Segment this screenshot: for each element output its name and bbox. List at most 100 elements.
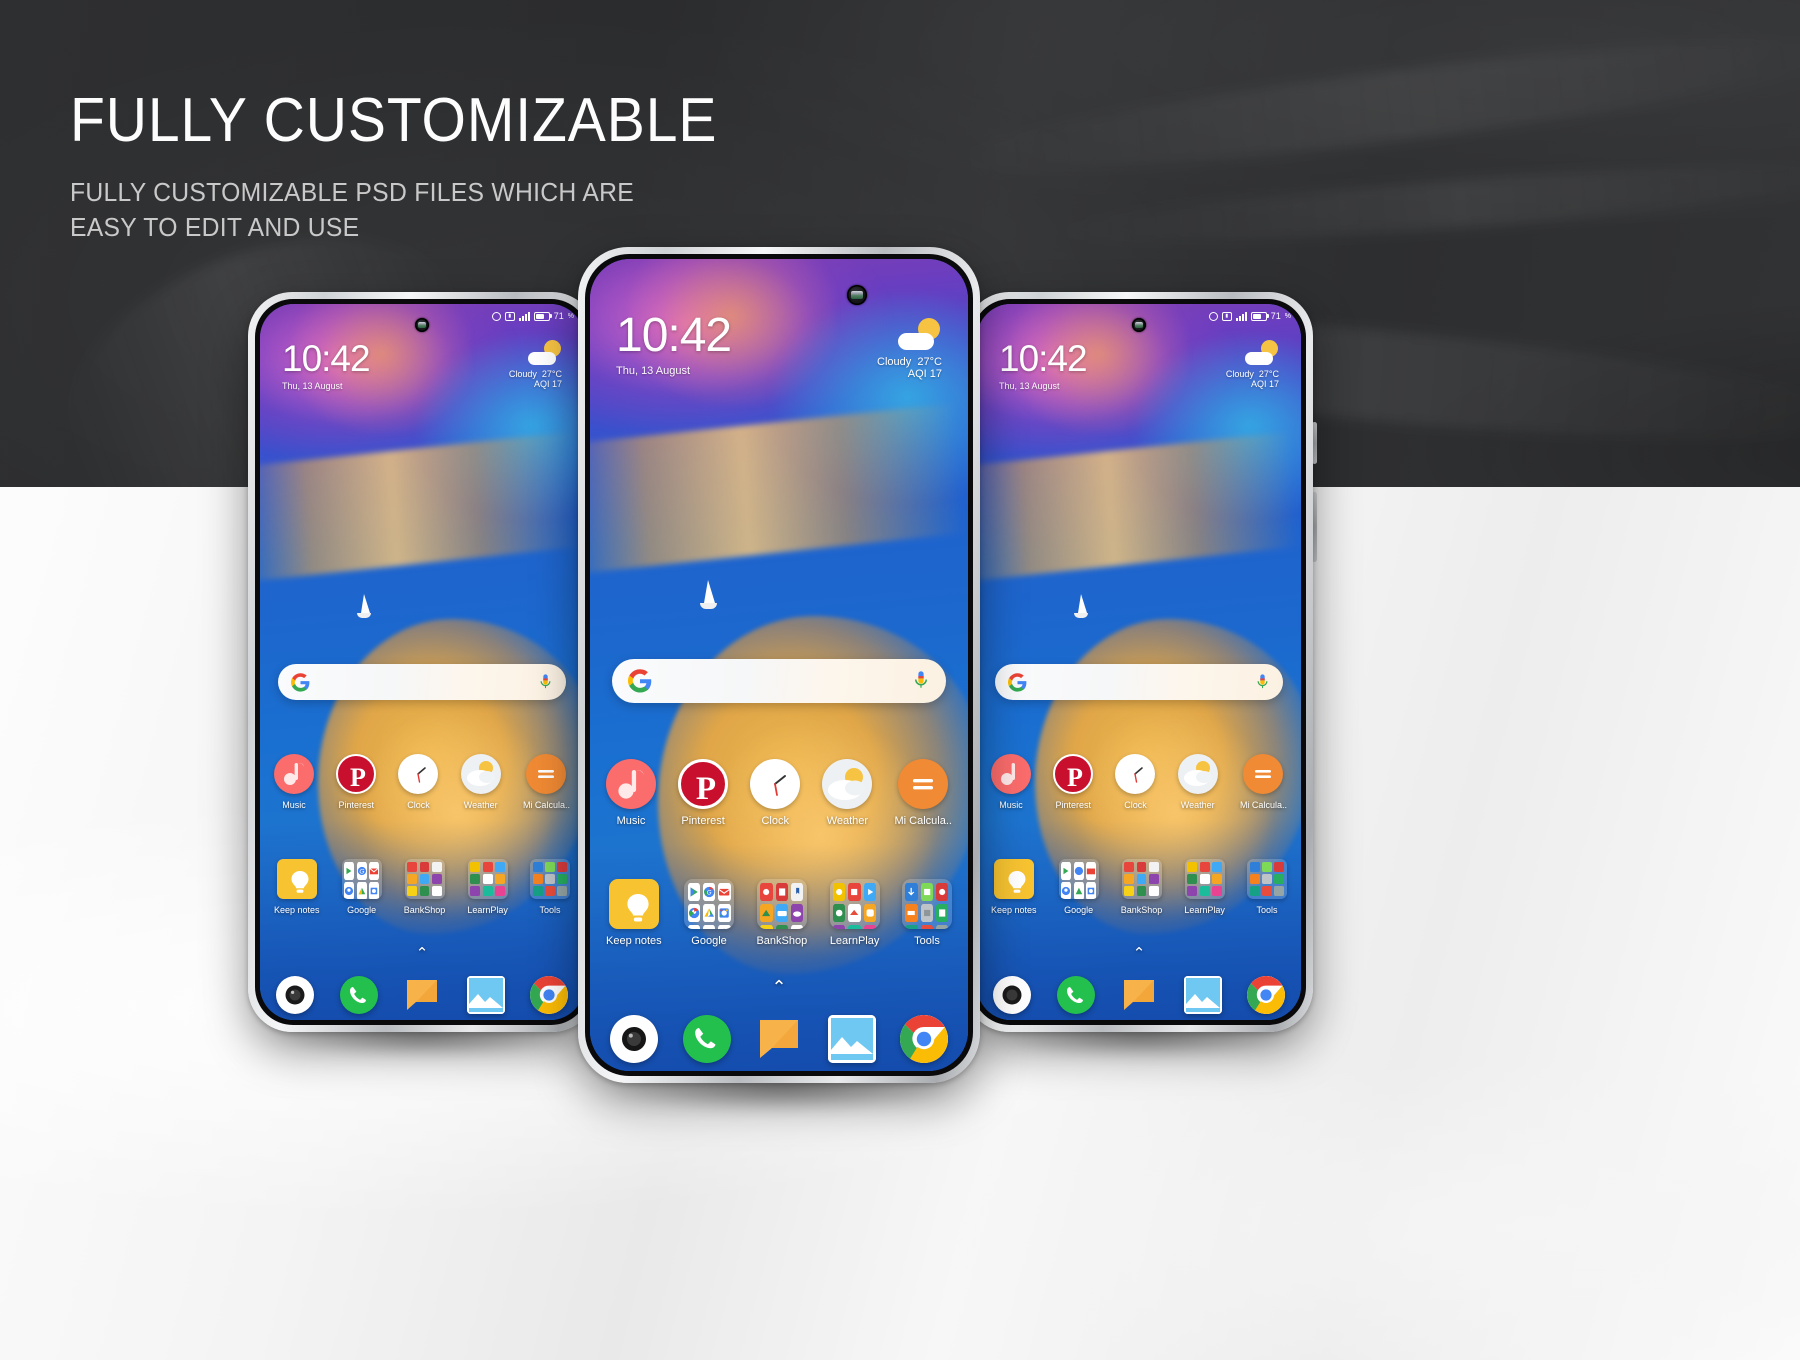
dock-chrome-icon[interactable] xyxy=(900,1015,948,1063)
clock-weather-row: 10:42 Thu, 13 August Cloudy 27°C AQI 17 xyxy=(977,340,1301,391)
app-pinterest[interactable]: P Pinterest xyxy=(336,754,377,810)
folder-label: BankShop xyxy=(756,935,808,947)
phone-mockup-right: ▮ 71 % 10:42 Thu, 13 August Cloudy 27°C … xyxy=(965,292,1317,1058)
app-row-1: Music P Pinterest Clock Weather Mi Calcu… xyxy=(991,754,1287,810)
app-music[interactable]: Music xyxy=(274,754,314,810)
clock-widget[interactable]: 10:42 Thu, 13 August xyxy=(282,338,371,391)
folder-keep-notes[interactable]: Keep notes xyxy=(991,859,1037,915)
app-pinterest[interactable]: P Pinterest xyxy=(1053,754,1094,810)
folder-bankshop[interactable]: BankShop xyxy=(756,879,807,947)
app-label: Clock xyxy=(1124,800,1147,810)
svg-text:G: G xyxy=(359,868,364,875)
app-clock[interactable]: Clock xyxy=(1115,754,1156,810)
dock-camera-icon[interactable] xyxy=(610,1015,658,1063)
app-music[interactable]: Music xyxy=(991,754,1031,810)
clock-time: 10:42 xyxy=(282,338,371,379)
phone-frame: 10:42 Thu, 13 August Cloudy 27°C AQI 17 … xyxy=(578,247,980,1083)
phone-screen: 10:42 Thu, 13 August Cloudy 27°C AQI 17 … xyxy=(590,259,968,1071)
alarm-icon xyxy=(1208,311,1218,321)
folder-label: Google xyxy=(347,905,377,915)
microphone-icon[interactable] xyxy=(1255,673,1270,692)
folder-learnplay[interactable]: LearnPlay xyxy=(467,859,508,915)
clock-widget[interactable]: 10:42 Thu, 13 August xyxy=(999,340,1088,391)
phone-screen: ▮ 71 % 10:42 Thu, 13 August Cloudy 27°C … xyxy=(260,304,584,1020)
folder-google[interactable]: G Google xyxy=(684,879,735,947)
app-mi-calculator[interactable]: Mi Calcula.. xyxy=(523,754,570,810)
google-search-bar[interactable] xyxy=(995,664,1283,700)
folder-bankshop[interactable]: BankShop xyxy=(1121,859,1162,915)
dock-camera-icon[interactable] xyxy=(276,976,314,1014)
signal-bars-icon xyxy=(518,311,530,321)
weather-widget[interactable]: Cloudy 27°C AQI 17 xyxy=(1226,340,1279,389)
folder-label: Google xyxy=(1064,905,1094,915)
app-clock[interactable]: Clock xyxy=(398,754,439,810)
weather-condition-temp: Cloudy 27°C xyxy=(877,356,942,368)
app-clock[interactable]: Clock xyxy=(750,759,801,827)
folder-google[interactable]: G Google xyxy=(341,859,382,915)
dock-messages-icon[interactable] xyxy=(1120,976,1158,1014)
folder-tools[interactable]: Tools xyxy=(1247,859,1287,915)
folder-keep-notes[interactable]: Keep notes xyxy=(274,859,320,915)
dock-chrome-icon[interactable] xyxy=(1247,976,1285,1014)
google-search-bar[interactable] xyxy=(278,664,566,700)
dock-camera-icon[interactable] xyxy=(993,976,1031,1014)
dock-gallery-icon[interactable] xyxy=(827,1015,876,1063)
clock-date: Thu, 13 August xyxy=(999,381,1060,391)
google-search-bar[interactable] xyxy=(612,659,946,703)
battery-percent-label: 71 xyxy=(1270,311,1281,321)
folder-learnplay[interactable]: LearnPlay xyxy=(829,879,880,947)
folder-keep-notes[interactable]: Keep notes xyxy=(606,879,662,947)
app-weather[interactable]: Weather xyxy=(822,759,873,827)
app-mi-calculator[interactable]: Mi Calcula.. xyxy=(1240,754,1287,810)
signal-bars-icon xyxy=(1235,311,1247,321)
folder-tools[interactable]: Tools xyxy=(530,859,570,915)
app-label: Mi Calcula.. xyxy=(522,800,570,810)
page-subtitle-line-2: EASY TO EDIT AND USE xyxy=(70,211,360,242)
folder-row-1: Keep notes G Google BankShop LearnPlay T… xyxy=(606,879,952,947)
chevron-up-icon[interactable]: ⌃ xyxy=(977,944,1301,962)
dock-phone-icon[interactable] xyxy=(1056,976,1095,1014)
app-weather[interactable]: Weather xyxy=(460,754,501,810)
dock-messages-icon[interactable] xyxy=(403,976,441,1014)
folder-row-1: Keep notes Google BankShop LearnPlay Too… xyxy=(991,859,1287,915)
weather-temperature: 27°C xyxy=(1258,369,1279,379)
folder-label: Google xyxy=(691,935,727,947)
folder-label: Tools xyxy=(539,905,561,915)
microphone-icon[interactable] xyxy=(538,673,553,692)
folder-google[interactable]: Google xyxy=(1058,859,1099,915)
app-label: Music xyxy=(999,800,1023,810)
google-g-icon xyxy=(291,672,310,692)
weather-widget[interactable]: Cloudy 27°C AQI 17 xyxy=(509,340,562,389)
app-music[interactable]: Music xyxy=(606,759,656,827)
app-pinterest[interactable]: P Pinterest xyxy=(678,759,729,827)
weather-aqi: AQI 17 xyxy=(533,379,562,389)
dock-phone-icon[interactable] xyxy=(339,976,378,1014)
weather-widget[interactable]: Cloudy 27°C AQI 17 xyxy=(877,312,942,380)
folder-label: Tools xyxy=(914,935,940,947)
page-subtitle-line-1: FULLY CUSTOMIZABLE PSD FILES WHICH ARE xyxy=(70,177,634,208)
app-label: Music xyxy=(616,815,646,827)
battery-percent-label: 71 xyxy=(553,311,564,321)
folder-bankshop[interactable]: BankShop xyxy=(404,859,445,915)
chevron-up-icon[interactable]: ⌃ xyxy=(590,977,968,998)
clock-widget[interactable]: 10:42 Thu, 13 August xyxy=(616,312,732,378)
phone-bezel: ▮ 71 % 10:42 Thu, 13 August Cloudy 27°C … xyxy=(255,299,589,1025)
folder-tools[interactable]: Tools xyxy=(901,879,952,947)
app-mi-calculator[interactable]: Mi Calcula.. xyxy=(895,759,952,827)
dock-gallery-icon[interactable] xyxy=(466,976,505,1014)
chevron-up-icon[interactable]: ⌃ xyxy=(260,944,584,962)
app-weather[interactable]: Weather xyxy=(1177,754,1218,810)
microphone-icon[interactable] xyxy=(912,669,930,693)
dock-gallery-icon[interactable] xyxy=(1183,976,1222,1014)
dock-chrome-icon[interactable] xyxy=(530,976,568,1014)
clock-weather-row: 10:42 Thu, 13 August Cloudy 27°C AQI 17 xyxy=(590,312,968,381)
sun-behind-cloud-icon xyxy=(528,340,562,366)
dock-messages-icon[interactable] xyxy=(755,1015,803,1063)
folder-learnplay[interactable]: LearnPlay xyxy=(1184,859,1225,915)
dock-phone-icon[interactable] xyxy=(682,1015,731,1063)
dock xyxy=(276,976,568,1014)
phone-bezel: 10:42 Thu, 13 August Cloudy 27°C AQI 17 … xyxy=(585,254,973,1076)
phone-bezel: ▮ 71 % 10:42 Thu, 13 August Cloudy 27°C … xyxy=(972,299,1306,1025)
app-label: Weather xyxy=(1180,800,1215,810)
weather-condition-temp: Cloudy 27°C xyxy=(509,369,562,379)
